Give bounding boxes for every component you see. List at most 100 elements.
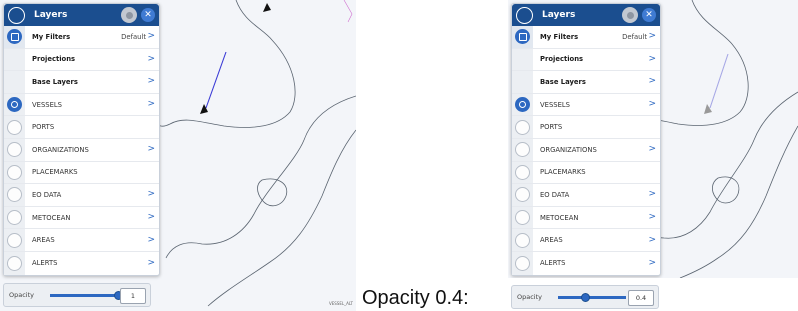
layer-row-label: ALERTS	[32, 259, 58, 268]
layer-row-label: PLACEMARKS	[540, 168, 586, 177]
layer-row-label: EO DATA	[32, 190, 62, 199]
chevron-right-icon[interactable]: >	[147, 258, 155, 268]
caption-prefix: VESSEL_ALT	[329, 301, 353, 306]
chevron-right-icon[interactable]: >	[147, 235, 155, 245]
close-icon[interactable]: ✕	[141, 8, 155, 22]
coastline	[165, 95, 356, 259]
chevron-right-icon[interactable]: >	[648, 258, 656, 268]
chevron-right-icon[interactable]: >	[648, 77, 656, 86]
layer-row-placemarks[interactable]: PLACEMARKS	[512, 161, 660, 185]
gear-icon[interactable]	[121, 7, 137, 23]
opacity-control: Opacity 0.4	[511, 285, 659, 309]
radio-icon[interactable]	[7, 210, 22, 226]
coastline	[679, 125, 798, 278]
layer-row-base-layers[interactable]: Base Layers >	[4, 71, 159, 94]
chevron-right-icon[interactable]: >	[147, 77, 155, 86]
layer-row-label: ORGANIZATIONS	[32, 145, 89, 154]
chevron-right-icon[interactable]: >	[147, 145, 155, 154]
vessel-track	[205, 51, 227, 109]
layer-row-projections[interactable]: Projections >	[4, 48, 159, 72]
panel-title: Layers	[542, 10, 576, 20]
opacity-label: Opacity	[9, 291, 35, 299]
radio-icon[interactable]	[515, 97, 530, 113]
map-view-right[interactable]: Layers ✕ My Filters Default > Projection…	[508, 0, 798, 278]
radio-icon[interactable]	[7, 255, 22, 271]
layers-panel-header: Layers ✕	[512, 4, 660, 26]
layer-row-eo-data[interactable]: EO DATA >	[4, 184, 159, 207]
layer-row-my-filters[interactable]: My Filters Default >	[4, 26, 159, 49]
layer-row-label: Projections	[32, 55, 76, 64]
layer-row-vessels[interactable]: VESSELS >	[4, 93, 159, 117]
opacity-slider[interactable]	[558, 293, 626, 302]
opacity-slider[interactable]	[50, 291, 123, 300]
layer-row-label: Projections	[540, 55, 584, 64]
radio-icon[interactable]	[7, 97, 22, 113]
chevron-right-icon[interactable]: >	[648, 190, 656, 199]
layer-row-label: METOCEAN	[540, 213, 579, 222]
layers-panel: Layers ✕ My Filters Default > Projection…	[3, 3, 160, 276]
layer-row-metocean[interactable]: METOCEAN >	[4, 206, 159, 230]
layer-row-ports[interactable]: PORTS	[4, 116, 159, 139]
radio-icon[interactable]	[515, 119, 530, 135]
layer-row-eo-data[interactable]: EO DATA >	[512, 184, 660, 207]
layer-row-label: AREAS	[540, 236, 563, 245]
layer-row-organizations[interactable]: ORGANIZATIONS >	[4, 138, 159, 162]
filter-icon[interactable]	[7, 29, 22, 45]
layer-row-label: VESSELS	[32, 100, 62, 109]
layer-row-label: PLACEMARKS	[32, 168, 78, 177]
vessel-arrow-icon	[263, 3, 271, 12]
chevron-right-icon[interactable]: >	[147, 190, 155, 199]
layer-row-areas[interactable]: AREAS >	[512, 229, 660, 252]
opacity-input[interactable]: 1	[120, 288, 146, 304]
circle-toggle-icon[interactable]	[516, 6, 533, 24]
opacity-control: Opacity 1	[3, 283, 151, 307]
layer-row-ports[interactable]: PORTS	[512, 116, 660, 139]
radio-icon[interactable]	[515, 164, 530, 180]
coastline	[207, 129, 356, 307]
layer-row-vessels[interactable]: VESSELS >	[512, 93, 660, 117]
opacity-slider-handle[interactable]	[581, 293, 591, 302]
map-view-left[interactable]: Layers ✕ My Filters Default > Projection…	[0, 0, 356, 311]
layer-row-alerts[interactable]: ALERTS >	[4, 251, 159, 275]
layer-row-label: My Filters	[540, 32, 579, 41]
layer-row-placemarks[interactable]: PLACEMARKS	[4, 161, 159, 185]
circle-toggle-icon[interactable]	[8, 6, 25, 24]
opacity-input[interactable]: 0.4	[628, 290, 654, 306]
radio-icon[interactable]	[515, 142, 530, 158]
radio-icon[interactable]	[7, 232, 22, 248]
layer-row-label: ALERTS	[540, 259, 566, 268]
chevron-right-icon[interactable]: >	[147, 213, 155, 222]
layer-row-metocean[interactable]: METOCEAN >	[512, 206, 660, 230]
radio-icon[interactable]	[7, 142, 22, 158]
radio-icon[interactable]	[515, 210, 530, 226]
layer-row-base-layers[interactable]: Base Layers >	[512, 71, 660, 94]
radio-icon[interactable]	[515, 255, 530, 271]
radio-icon[interactable]	[515, 232, 530, 248]
chevron-right-icon[interactable]: >	[648, 235, 656, 245]
gear-icon[interactable]	[622, 7, 638, 23]
layer-row-areas[interactable]: AREAS >	[4, 229, 159, 252]
route-line	[343, 0, 353, 23]
chevron-right-icon[interactable]: >	[648, 54, 656, 64]
layer-row-my-filters[interactable]: My Filters Default >	[512, 26, 660, 49]
close-icon[interactable]: ✕	[642, 8, 656, 22]
chevron-right-icon[interactable]: >	[648, 100, 656, 109]
chevron-right-icon[interactable]: >	[147, 54, 155, 64]
layer-row-projections[interactable]: Projections >	[512, 48, 660, 72]
radio-icon[interactable]	[7, 164, 22, 180]
layer-row-label: My Filters	[32, 32, 71, 41]
layer-row-label: AREAS	[32, 236, 55, 245]
filter-value: Default	[622, 32, 647, 41]
chevron-right-icon[interactable]: >	[147, 100, 155, 109]
chevron-right-icon[interactable]: >	[648, 145, 656, 154]
chevron-right-icon[interactable]: >	[648, 32, 656, 41]
radio-icon[interactable]	[515, 187, 530, 203]
radio-icon[interactable]	[7, 187, 22, 203]
radio-icon[interactable]	[7, 119, 22, 135]
chevron-right-icon[interactable]: >	[147, 32, 155, 41]
layer-row-alerts[interactable]: ALERTS >	[512, 251, 660, 275]
layer-row-organizations[interactable]: ORGANIZATIONS >	[512, 138, 660, 162]
filter-icon[interactable]	[515, 29, 530, 45]
chevron-right-icon[interactable]: >	[648, 213, 656, 222]
layer-row-label: PORTS	[540, 123, 563, 132]
